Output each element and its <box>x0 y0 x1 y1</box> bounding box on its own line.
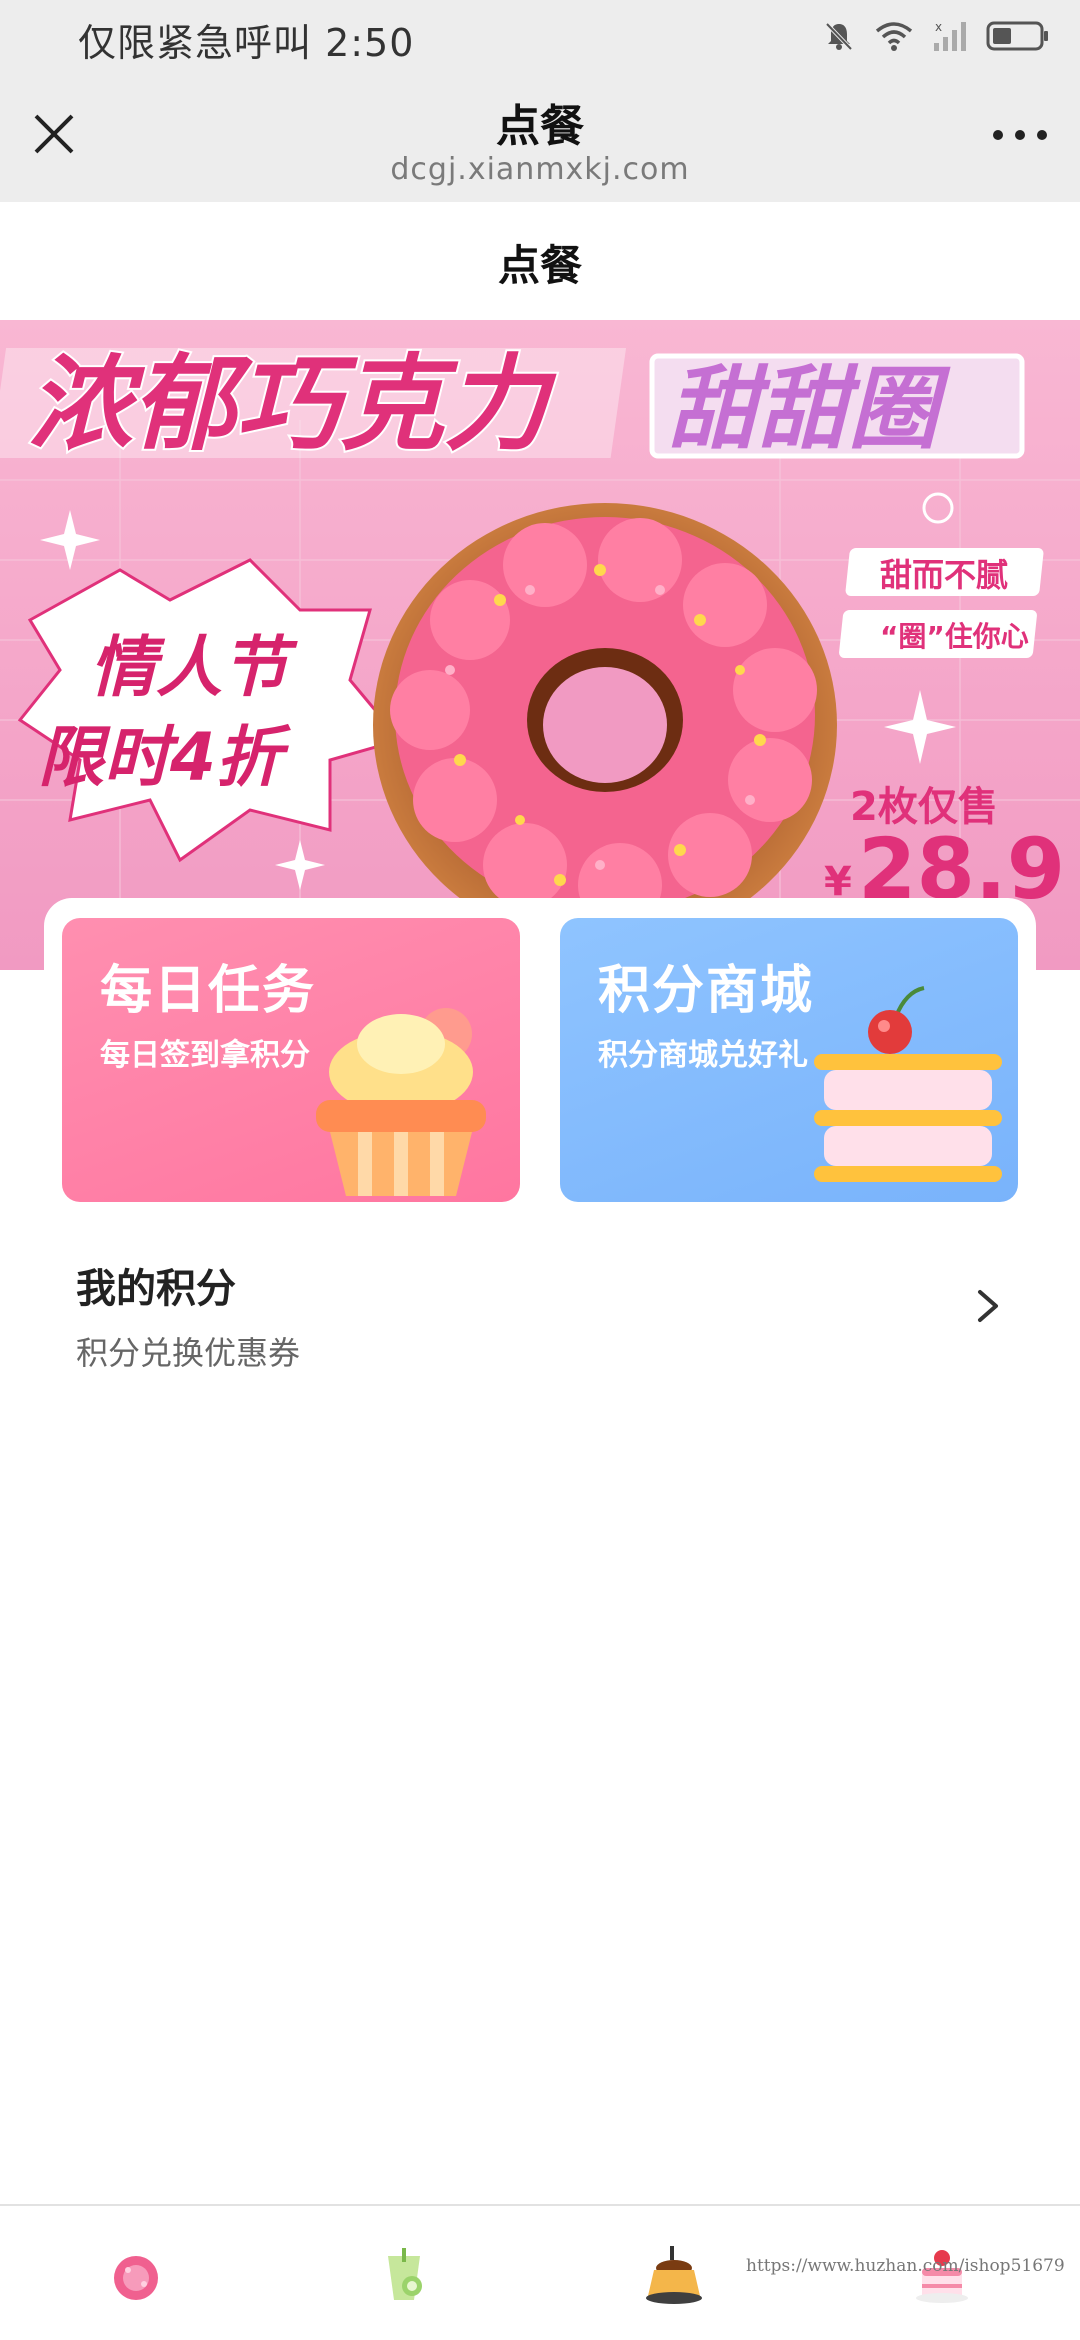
cake-icon <box>814 986 1002 1182</box>
browser-title: 点餐 <box>496 101 584 152</box>
promo-banner[interactable]: 浓郁巧克力 甜甜圈 情人节 限时4折 甜而不腻 “圈”住你心 2枚仅售 ¥ 28… <box>0 320 1080 970</box>
my-points-title: 我的积分 <box>76 1266 236 1312</box>
cupcake-icon <box>316 1008 486 1196</box>
pink-dessert-icon[interactable] <box>104 2244 168 2308</box>
daily-task-card[interactable]: 每日任务 每日签到拿积分 <box>62 918 520 1202</box>
banner-graphic: 浓郁巧克力 甜甜圈 情人节 限时4折 甜而不腻 “圈”住你心 2枚仅售 ¥ 28… <box>0 320 1080 970</box>
green-drink-icon[interactable] <box>372 2244 436 2308</box>
browser-header: 点餐 dcgj.xianmxkj.com <box>0 72 1080 202</box>
bell-muted-icon <box>825 22 853 51</box>
strawberry-cake-icon[interactable] <box>910 2244 974 2308</box>
points-mall-subtitle: 积分商城兑好礼 <box>598 1038 808 1073</box>
feature-cards: 每日任务 每日签到拿积分 积分商城 积分商城兑好礼 <box>44 898 1036 1218</box>
daily-task-subtitle: 每日签到拿积分 <box>100 1038 310 1073</box>
daily-task-title: 每日任务 <box>100 961 317 1021</box>
points-mall-title: 积分商城 <box>598 961 815 1021</box>
banner-side-tag2: “圈”住你心 <box>880 620 1029 653</box>
more-icon[interactable] <box>990 120 1050 150</box>
signal-icon: x <box>934 20 966 51</box>
svg-text:x: x <box>935 20 942 34</box>
watermark-text: https://www.huzhan.com/ishop51679 <box>746 2256 1065 2276</box>
chevron-right-icon <box>978 1290 998 1322</box>
pudding-icon[interactable] <box>642 2244 706 2308</box>
status-icons: x <box>822 14 1050 58</box>
banner-headline-tag: 甜甜圈 <box>668 357 951 462</box>
points-mall-card[interactable]: 积分商城 积分商城兑好礼 <box>560 918 1018 1202</box>
browser-url: dcgj.xianmxkj.com <box>390 152 690 187</box>
my-points-subtitle: 积分兑换优惠券 <box>76 1334 301 1372</box>
bottom-tab-bar: https://www.huzhan.com/ishop51679 <box>0 2204 1080 2340</box>
status-text: 仅限紧急呼叫 2:50 <box>78 21 415 65</box>
battery-icon <box>986 21 1048 51</box>
status-bar: 仅限紧急呼叫 2:50 x <box>0 0 1080 72</box>
my-points-row[interactable]: 我的积分 积分兑换优惠券 <box>0 1256 1080 1406</box>
banner-side-tag1: 甜而不腻 <box>880 556 1008 594</box>
wifi-icon <box>875 22 913 51</box>
banner-promo-line1: 情人节 <box>90 629 298 706</box>
banner-headline-main: 浓郁巧克力 <box>28 343 557 465</box>
banner-promo-line2: 限时4折 <box>38 719 292 796</box>
page-title: 点餐 <box>497 241 582 290</box>
